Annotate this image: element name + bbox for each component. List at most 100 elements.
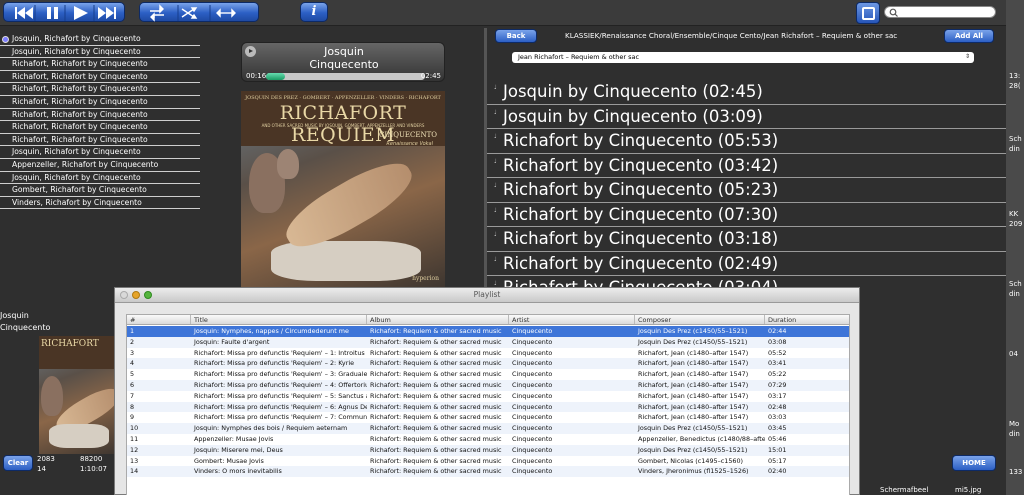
column-header[interactable]: # bbox=[127, 315, 191, 324]
track-list-item[interactable]: Josquin, Richafort by Cinquecento bbox=[0, 146, 200, 159]
browser-track-item[interactable]: ♩ Richafort by Cinquecento (03:42) bbox=[487, 154, 1006, 178]
table-cell: Cinquecento bbox=[512, 424, 553, 433]
desktop-icon-label[interactable]: din bbox=[1009, 145, 1020, 153]
table-cell: 8 bbox=[130, 402, 135, 411]
music-note-icon: ♩ bbox=[494, 133, 497, 140]
table-cell: Appenzeller: Musae Jovis bbox=[194, 435, 274, 443]
table-row[interactable]: 7 Richafort: Missa pro defunctis 'Requiem… bbox=[127, 391, 849, 402]
table-row[interactable]: 3 Richafort: Missa pro defunctis 'Requiem… bbox=[127, 348, 849, 359]
tracks-count: 2083 bbox=[37, 455, 55, 463]
tracks-secondary: 88200 bbox=[80, 455, 103, 463]
table-row[interactable]: 14 Vinders: O mors inevitabilis Richafort:… bbox=[127, 466, 849, 478]
table-cell: Richafort: Requiem & other sacred music bbox=[370, 467, 502, 476]
now-playing-indicator-icon bbox=[2, 36, 9, 43]
table-cell: Josquin Des Prez (c1450/55–1521) bbox=[638, 424, 748, 433]
home-button[interactable]: HOME bbox=[952, 455, 996, 471]
table-row[interactable]: 13 Gombert: Musae Jovis Richafort: Requiem… bbox=[127, 456, 849, 467]
track-list-item[interactable]: Richafort, Richafort by Cinquecento bbox=[0, 71, 200, 84]
browser-track-item[interactable]: ♩ Richafort by Cinquecento (02:49) bbox=[487, 252, 1006, 276]
clear-button[interactable]: Clear bbox=[3, 455, 33, 471]
small-album-label: Cinquecento bbox=[0, 323, 51, 332]
view-toggle-button[interactable] bbox=[856, 2, 880, 24]
desktop-icon-label[interactable]: KK bbox=[1009, 210, 1018, 218]
now-playing-album: Cinquecento bbox=[309, 58, 379, 71]
table-cell: 05:17 bbox=[768, 456, 787, 465]
track-list-item[interactable]: Josquin, Richafort by Cinquecento bbox=[0, 172, 200, 185]
table-row[interactable]: 8 Richafort: Missa pro defunctis 'Requiem… bbox=[127, 401, 849, 413]
table-row[interactable]: 4 Richafort: Missa pro defunctis 'Requiem… bbox=[127, 358, 849, 370]
desktop-icon-label[interactable]: Sch bbox=[1009, 280, 1022, 288]
desktop-icon-label[interactable]: din bbox=[1009, 430, 1020, 438]
album-select-value: Jean Richafort – Requiem & other sac bbox=[518, 53, 640, 61]
browser-track-item[interactable]: ♩ Richafort by Cinquecento (03:18) bbox=[487, 227, 1006, 252]
table-cell: 1 bbox=[130, 327, 135, 335]
track-list-item[interactable]: Richafort, Richafort by Cinquecento bbox=[0, 121, 200, 134]
browser-track-item[interactable]: ♩ Richafort by Cinquecento (07:30) bbox=[487, 203, 1006, 227]
track-list-label: Richafort, Richafort by Cinquecento bbox=[12, 71, 148, 81]
table-row[interactable]: 11 Appenzeller: Musae Jovis Richafort: Req… bbox=[127, 434, 849, 445]
browser-track-item[interactable]: ♩ Richafort by Cinquecento (05:23) bbox=[487, 178, 1006, 203]
desktop-icon-label[interactable]: din bbox=[1009, 290, 1020, 298]
table-cell: Richafort: Missa pro defunctis 'Requiem'… bbox=[194, 348, 365, 357]
table-row[interactable]: 5 Richafort: Missa pro defunctis 'Requiem… bbox=[127, 369, 849, 380]
progress-bar[interactable] bbox=[266, 73, 425, 80]
table-cell: 4 bbox=[130, 359, 135, 368]
playlist-titlebar[interactable]: Playlist bbox=[115, 288, 859, 303]
art-label: hyperion bbox=[412, 275, 439, 282]
column-header[interactable]: Composer bbox=[635, 315, 765, 324]
table-cell: 7 bbox=[130, 391, 135, 400]
track-list-item[interactable]: Appenzeller, Richafort by Cinquecento bbox=[0, 159, 200, 172]
track-list-item[interactable]: Richafort, Richafort by Cinquecento bbox=[0, 58, 200, 71]
add-all-button[interactable]: Add All bbox=[944, 29, 994, 43]
desktop-file-label[interactable]: Schermafbeel bbox=[880, 486, 928, 494]
desktop-icon-label[interactable]: 28( bbox=[1009, 82, 1021, 90]
desktop-icon-label[interactable]: Mo bbox=[1009, 420, 1019, 428]
table-row[interactable]: 6 Richafort: Missa pro defunctis 'Requiem… bbox=[127, 380, 849, 391]
info-button[interactable]: i bbox=[300, 2, 328, 22]
search-input[interactable] bbox=[884, 6, 996, 18]
track-list-label: Vinders, Richafort by Cinquecento bbox=[12, 197, 142, 207]
desktop-icon-label[interactable]: 13: bbox=[1009, 72, 1020, 80]
browser-track-label: Richafort by Cinquecento (05:23) bbox=[503, 180, 779, 199]
desktop-icon-label[interactable]: 209 bbox=[1009, 220, 1022, 228]
desktop-file-label[interactable]: mi5.jpg bbox=[955, 486, 981, 494]
track-list-item[interactable]: Richafort, Richafort by Cinquecento bbox=[0, 96, 200, 109]
art-subheading: AND OTHER SACRED MUSIC BY JOSQUIN, GOMBE… bbox=[261, 123, 425, 128]
album-select[interactable]: Jean Richafort – Requiem & other sac ⇕ bbox=[512, 52, 974, 63]
table-row[interactable]: 2 Josquin: Faulte d'argent Richafort: Requ… bbox=[127, 336, 849, 348]
column-header[interactable]: Album bbox=[367, 315, 509, 324]
track-list-item[interactable]: Richafort, Richafort by Cinquecento bbox=[0, 109, 200, 122]
playlist-window: Playlist # Title Album Artist Composer Durati… bbox=[114, 287, 860, 495]
column-header[interactable]: Duration bbox=[765, 315, 849, 324]
table-cell: Richafort: Requiem & other sacred music bbox=[370, 435, 502, 443]
small-artist-label: Josquin bbox=[0, 311, 29, 320]
track-list-item[interactable]: Richafort, Richafort by Cinquecento bbox=[0, 134, 200, 147]
now-playing-panel: Josquin Cinquecento 00:16 02:45 bbox=[241, 42, 445, 82]
desktop-icon-label[interactable]: 04 bbox=[1009, 350, 1018, 358]
table-cell: Richafort, Jean (c1480–after 1547) bbox=[638, 381, 749, 389]
desktop-icon-label[interactable]: 133 bbox=[1009, 468, 1022, 476]
track-list-item[interactable]: Josquin, Richafort by Cinquecento bbox=[0, 33, 200, 46]
track-list-item[interactable]: Richafort, Richafort by Cinquecento bbox=[0, 83, 200, 96]
column-header[interactable]: Artist bbox=[509, 315, 635, 324]
table-cell: 02:44 bbox=[768, 327, 787, 335]
browser-track-item[interactable]: ♩ Richafort by Cinquecento (05:53) bbox=[487, 129, 1006, 154]
browser-track-item[interactable]: ♩ Josquin by Cinquecento (02:45) bbox=[487, 80, 1006, 105]
table-row[interactable]: 10 Josquin: Nymphes des bois / Requiem ae… bbox=[127, 423, 849, 434]
browser-track-label: Josquin by Cinquecento (03:09) bbox=[503, 106, 763, 126]
table-cell: Cinquecento bbox=[512, 348, 553, 357]
elapsed-time: 00:16 bbox=[246, 72, 267, 80]
track-list-item[interactable]: Gombert, Richafort by Cinquecento bbox=[0, 184, 200, 197]
browser-track-item[interactable]: ♩ Josquin by Cinquecento (03:09) bbox=[487, 105, 1006, 129]
remaining-time: 02:45 bbox=[420, 72, 441, 80]
desktop-icon-label[interactable]: Sch bbox=[1009, 135, 1022, 143]
track-list-item[interactable]: Vinders, Richafort by Cinquecento bbox=[0, 197, 200, 210]
track-list-item[interactable]: Josquin, Richafort by Cinquecento bbox=[0, 46, 200, 59]
table-row[interactable]: 1 Josquin: Nymphes, nappes / Circumdederu… bbox=[127, 326, 849, 337]
column-header[interactable]: Title bbox=[191, 315, 367, 324]
table-row[interactable]: 9 Richafort: Missa pro defunctis 'Requiem… bbox=[127, 412, 849, 423]
back-button[interactable]: Back bbox=[495, 29, 537, 43]
browser-track-label: Richafort by Cinquecento (03:18) bbox=[503, 229, 779, 248]
table-row[interactable]: 12 Josquin: Miserere mei, Deus Richafort: … bbox=[127, 444, 849, 456]
track-list-label: Richafort, Richafort by Cinquecento bbox=[12, 109, 148, 119]
